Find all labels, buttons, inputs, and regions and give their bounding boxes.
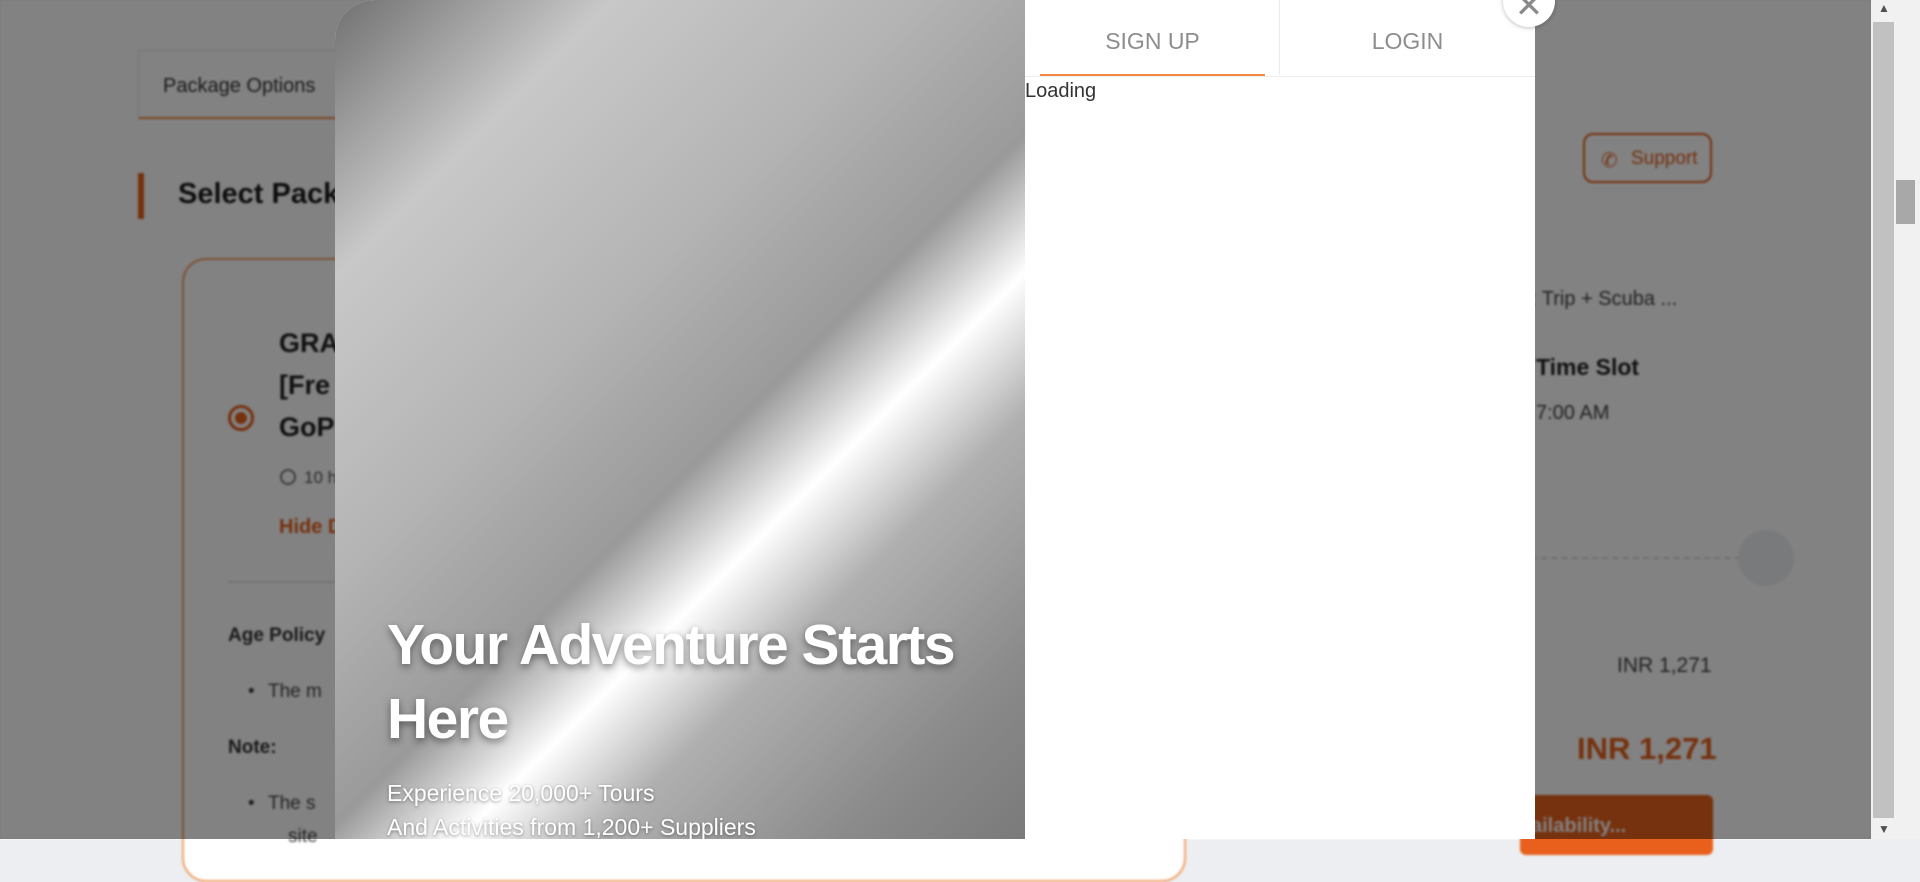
auth-tabs: SIGN UP LOGIN [1025,0,1535,77]
scrollbar-thumb[interactable] [1896,180,1915,224]
scrollbar-track[interactable] [1873,22,1894,818]
loading-text: Loading [1025,80,1097,102]
close-button[interactable]: ✕ [1503,0,1555,27]
hero-title: Your Adventure Starts Here [387,613,956,751]
auth-modal: Your Adventure Starts Here Experience 20… [335,0,1535,839]
tab-login-label: LOGIN [1371,28,1444,54]
hero-image-panel: Your Adventure Starts Here Experience 20… [335,0,1025,839]
hero-subtitle-line1: Experience 20,000+ Tours [387,780,655,806]
tab-sign-up[interactable]: SIGN UP [1040,0,1265,76]
scroll-up-arrow-icon[interactable]: ▲ [1878,1,1890,15]
tab-sign-up-label: SIGN UP [1105,28,1200,54]
scroll-down-arrow-icon[interactable]: ▼ [1878,822,1890,836]
auth-panel: SIGN UP LOGIN Loading [1025,0,1535,839]
hero-subtitle-line2: And Activities from 1,200+ Suppliers [387,814,756,839]
close-icon: ✕ [1514,0,1544,25]
tab-login[interactable]: LOGIN [1280,0,1535,74]
